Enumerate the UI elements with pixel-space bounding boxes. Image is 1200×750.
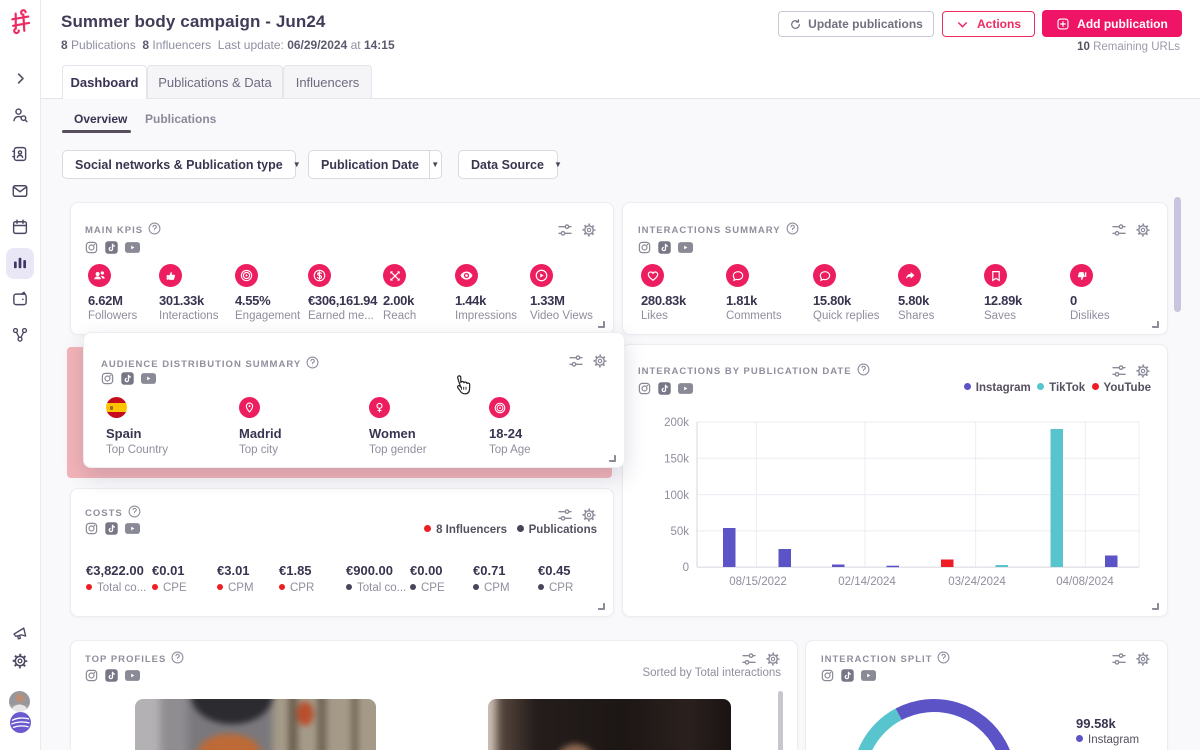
svg-text:03/24/2024: 03/24/2024	[948, 576, 1006, 588]
svg-text:200k: 200k	[664, 417, 689, 429]
svg-text:04/08/2024: 04/08/2024	[1056, 576, 1114, 588]
svg-text:50k: 50k	[670, 526, 689, 538]
svg-text:150k: 150k	[664, 454, 689, 466]
svg-text:100k: 100k	[664, 490, 689, 502]
svg-text:0: 0	[683, 562, 689, 574]
svg-text:08/15/2022: 08/15/2022	[729, 576, 787, 588]
svg-text:02/14/2024: 02/14/2024	[838, 576, 896, 588]
